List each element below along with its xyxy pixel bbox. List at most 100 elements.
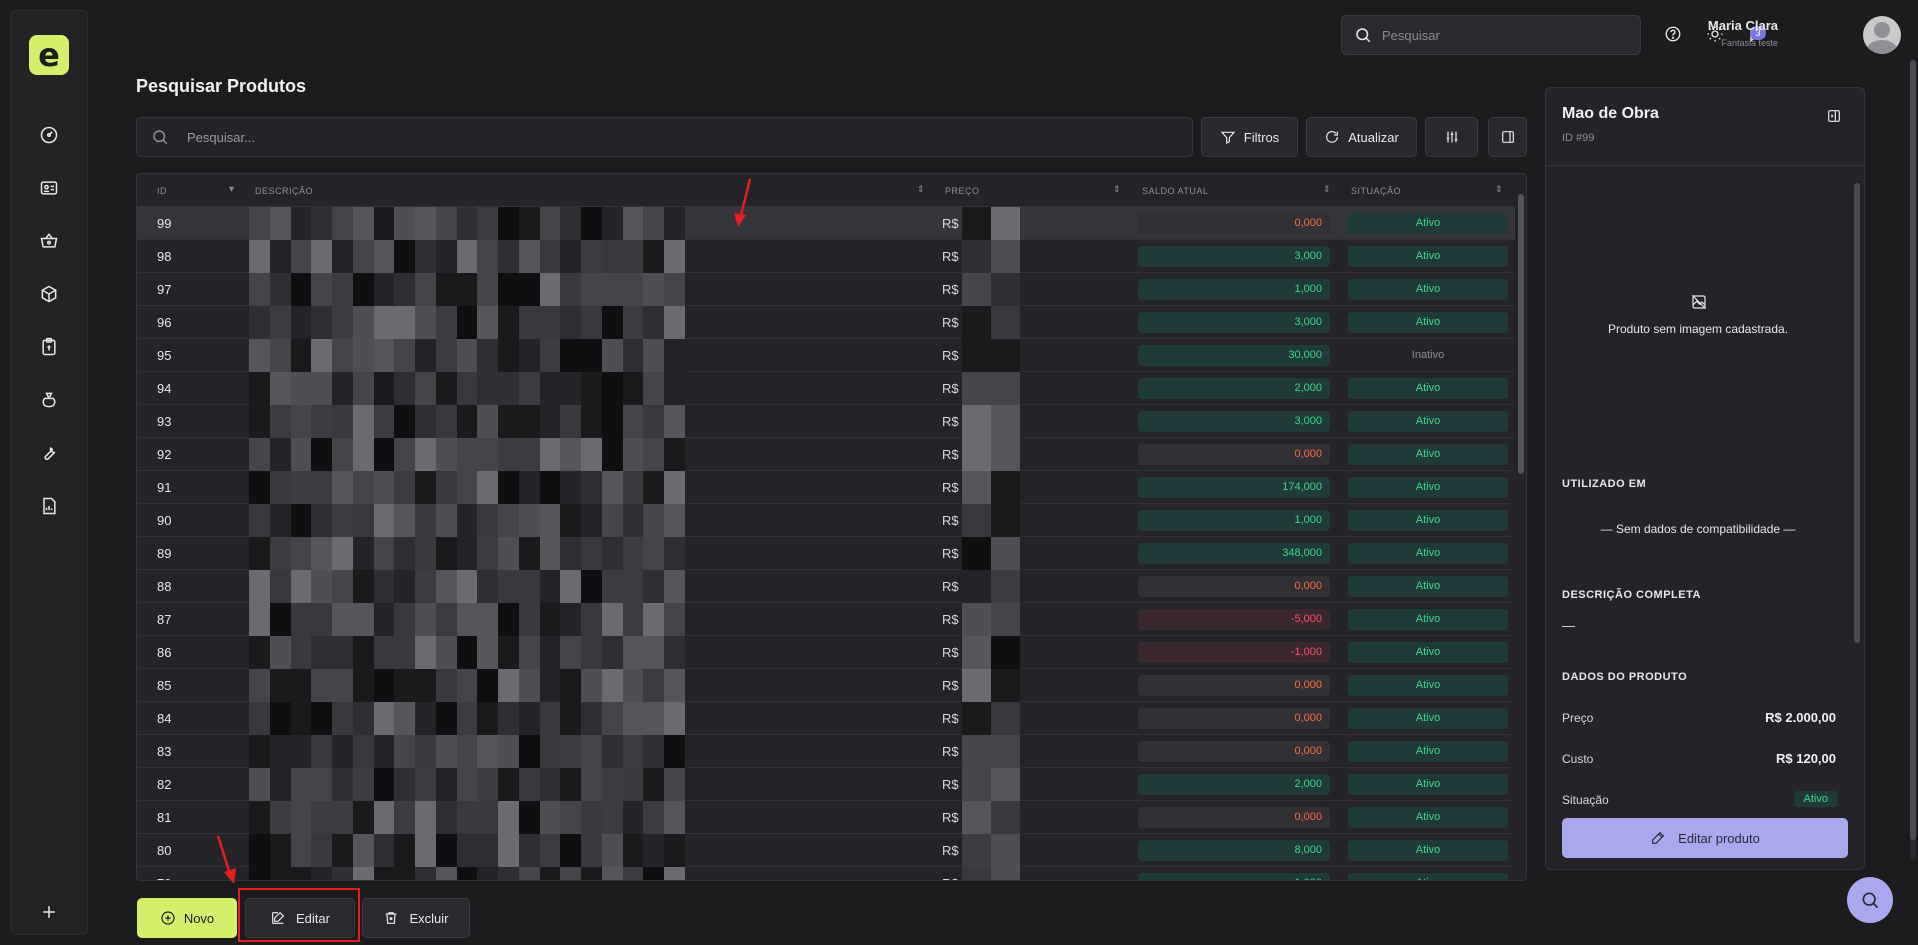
global-search-input[interactable] bbox=[1382, 27, 1622, 43]
trash-icon bbox=[386, 912, 397, 924]
stock-balance: 3,000 bbox=[1138, 411, 1330, 432]
clipboard-icon[interactable] bbox=[37, 335, 61, 359]
collapse-panel-icon[interactable] bbox=[1826, 108, 1844, 126]
table-row[interactable]: 97 R$ 1,000 Ativo bbox=[137, 273, 1515, 306]
app-logo[interactable]: e bbox=[29, 35, 69, 75]
price-currency: R$ bbox=[942, 645, 959, 660]
price-currency: R$ bbox=[942, 579, 959, 594]
table-row[interactable]: 87 R$ -5,000 Ativo bbox=[137, 603, 1515, 636]
redacted-price bbox=[962, 240, 1020, 273]
filters-button[interactable]: Filtros bbox=[1201, 117, 1298, 157]
table-row[interactable]: 88 R$ 0,000 Ativo bbox=[137, 570, 1515, 603]
table-row[interactable]: 89 R$ 348,000 Ativo bbox=[137, 537, 1515, 570]
redacted-price bbox=[962, 801, 1020, 834]
global-search[interactable] bbox=[1341, 15, 1641, 55]
delete-button[interactable]: Excluir bbox=[362, 898, 470, 938]
price-currency: R$ bbox=[942, 348, 959, 363]
table-row[interactable]: 99 R$ 0,000 Ativo bbox=[137, 207, 1515, 240]
status-badge: Ativo bbox=[1348, 807, 1508, 828]
table-row[interactable]: 92 R$ 0,000 Ativo bbox=[137, 438, 1515, 471]
table-row[interactable]: 85 R$ 0,000 Ativo bbox=[137, 669, 1515, 702]
sort-icon[interactable]: ⇕ bbox=[917, 184, 925, 195]
plus-icon[interactable] bbox=[37, 900, 61, 924]
redacted-description bbox=[249, 867, 685, 880]
stock-balance: 348,000 bbox=[1138, 543, 1330, 564]
redacted-description bbox=[249, 768, 685, 801]
floating-search-button[interactable] bbox=[1847, 877, 1893, 923]
redacted-description bbox=[249, 636, 685, 669]
status-badge: Ativo bbox=[1348, 576, 1508, 597]
redacted-description bbox=[249, 438, 685, 471]
stock-balance: 1,000 bbox=[1138, 279, 1330, 300]
table-row[interactable]: 91 R$ 174,000 Ativo bbox=[137, 471, 1515, 504]
price-currency: R$ bbox=[942, 381, 959, 396]
report-icon[interactable] bbox=[37, 494, 61, 518]
price-currency: R$ bbox=[942, 480, 959, 495]
redacted-price bbox=[962, 339, 1020, 372]
row-id: 95 bbox=[157, 348, 172, 363]
price-currency: R$ bbox=[942, 612, 959, 627]
sort-icon[interactable]: ⇕ bbox=[1495, 184, 1503, 195]
col-descricao[interactable]: DESCRIÇÃO bbox=[255, 186, 313, 196]
row-id: 86 bbox=[157, 645, 172, 660]
basket-icon[interactable] bbox=[37, 229, 61, 253]
refresh-label: Atualizar bbox=[1348, 129, 1399, 145]
sort-icon[interactable]: ⇕ bbox=[1323, 184, 1331, 195]
table-row[interactable]: 86 R$ -1,000 Ativo bbox=[137, 636, 1515, 669]
product-search-input[interactable] bbox=[187, 129, 1087, 145]
col-preco[interactable]: PREÇO bbox=[945, 186, 980, 196]
table-row[interactable]: 96 R$ 3,000 Ativo bbox=[137, 306, 1515, 339]
sort-icon[interactable]: ⇕ bbox=[1113, 184, 1121, 195]
redacted-description bbox=[249, 339, 685, 372]
edit-product-button[interactable]: Editar produto bbox=[1562, 818, 1848, 858]
redacted-price bbox=[962, 636, 1020, 669]
search-icon bbox=[1356, 28, 1371, 43]
table-row[interactable]: 80 R$ 8,000 Ativo bbox=[137, 834, 1515, 867]
user-name[interactable]: Maria Clara bbox=[1708, 18, 1778, 33]
row-id: 97 bbox=[157, 282, 172, 297]
products-table: ID ▾ DESCRIÇÃO ⇕ PREÇO ⇕ SALDO ATUAL ⇕ S… bbox=[136, 173, 1527, 881]
stock-balance: 0,000 bbox=[1138, 675, 1330, 696]
table-row[interactable]: 81 R$ 0,000 Ativo bbox=[137, 801, 1515, 834]
row-id: 94 bbox=[157, 381, 172, 396]
cost-label: Custo bbox=[1562, 752, 1594, 766]
page-title: Pesquisar Produtos bbox=[136, 76, 307, 96]
edit-button[interactable]: Editar bbox=[245, 898, 355, 938]
new-button[interactable]: Novo bbox=[137, 898, 237, 938]
box-icon[interactable] bbox=[37, 282, 61, 306]
avatar[interactable] bbox=[1863, 16, 1901, 54]
price-currency: R$ bbox=[942, 414, 959, 429]
table-row[interactable]: 94 R$ 2,000 Ativo bbox=[137, 372, 1515, 405]
refresh-button[interactable]: Atualizar bbox=[1306, 117, 1417, 157]
table-row[interactable]: 90 R$ 1,000 Ativo bbox=[137, 504, 1515, 537]
col-situacao[interactable]: SITUAÇÃO bbox=[1351, 186, 1401, 196]
table-row[interactable]: 95 R$ 30,000 Inativo bbox=[137, 339, 1515, 372]
used-in-heading: UTILIZADO EM bbox=[1562, 478, 1647, 490]
col-saldo[interactable]: SALDO ATUAL bbox=[1142, 186, 1208, 196]
price-value: R$ 2.000,00 bbox=[1765, 710, 1836, 725]
help-icon[interactable] bbox=[1662, 23, 1684, 45]
status-badge: Ativo bbox=[1348, 741, 1508, 762]
wrench-icon[interactable] bbox=[37, 441, 61, 465]
user-company: Fantasia teste bbox=[1721, 38, 1778, 48]
table-row[interactable]: 82 R$ 2,000 Ativo bbox=[137, 768, 1515, 801]
table-row[interactable]: 84 R$ 0,000 Ativo bbox=[137, 702, 1515, 735]
panel-scrollbar[interactable] bbox=[1854, 183, 1860, 643]
row-id: 90 bbox=[157, 513, 172, 528]
table-row[interactable]: 98 R$ 3,000 Ativo bbox=[137, 240, 1515, 273]
column-settings-button[interactable] bbox=[1425, 117, 1478, 157]
dashboard-icon[interactable] bbox=[37, 123, 61, 147]
table-row[interactable]: 93 R$ 3,000 Ativo bbox=[137, 405, 1515, 438]
page-scrollbar[interactable] bbox=[1910, 60, 1916, 860]
sort-desc-icon[interactable]: ▾ bbox=[229, 184, 235, 195]
product-search[interactable] bbox=[136, 117, 1193, 157]
col-id[interactable]: ID bbox=[157, 186, 167, 196]
table-scrollbar[interactable] bbox=[1518, 194, 1524, 862]
redacted-description bbox=[249, 801, 685, 834]
table-row[interactable]: 79 R$ 1,000 Ativo bbox=[137, 867, 1515, 880]
table-row[interactable]: 83 R$ 0,000 Ativo bbox=[137, 735, 1515, 768]
row-id: 88 bbox=[157, 579, 172, 594]
id-card-icon[interactable] bbox=[37, 176, 61, 200]
money-bag-icon[interactable] bbox=[37, 388, 61, 412]
toggle-panel-button[interactable] bbox=[1488, 117, 1527, 157]
